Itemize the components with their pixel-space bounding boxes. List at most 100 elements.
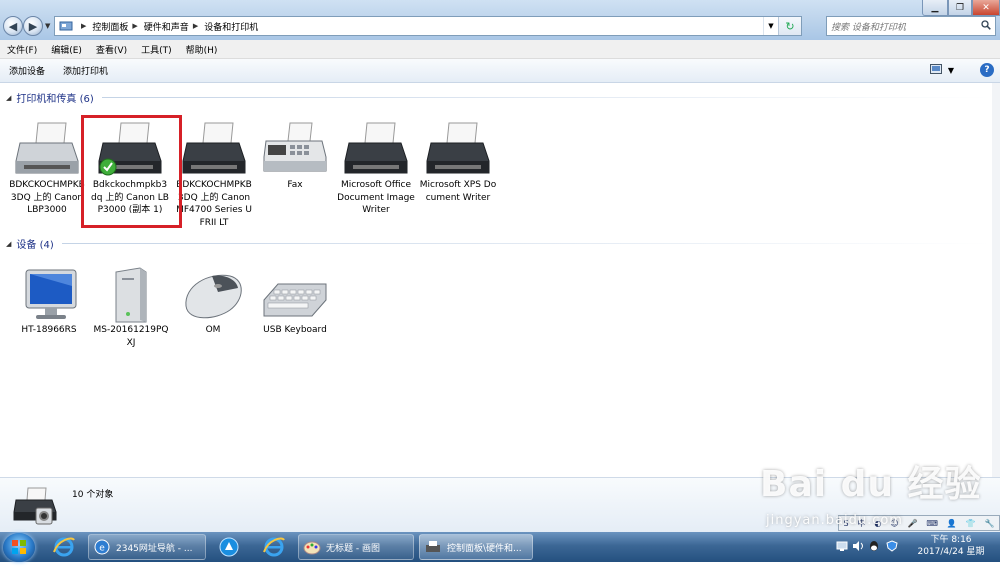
network-icon[interactable] — [836, 540, 848, 555]
devices-printers-icon — [426, 541, 440, 552]
device-label: OM — [205, 325, 221, 335]
fax-icon — [263, 122, 327, 172]
group-title-printers: 打印机和传真 (6) — [16, 94, 94, 105]
ime-voice-icon: 🎤 — [907, 518, 918, 528]
device-label: BDKCKOCHMPKB3DQ 上的 Canon MF4700 Series U… — [176, 180, 252, 228]
computer-tower-icon — [115, 267, 147, 323]
view-dropdown-icon: ▼ — [947, 65, 954, 75]
search-placeholder: 搜索 设备和打印机 — [831, 22, 906, 33]
selection-highlight-box — [81, 115, 182, 228]
volume-icon[interactable] — [852, 540, 864, 555]
keyboard-icon — [263, 283, 327, 317]
object-count: 10 个对象 — [72, 490, 114, 500]
breadcrumb-item-devices-printers[interactable]: 设备和打印机 — [204, 20, 258, 33]
device-item-keyboard[interactable]: USB Keyboard — [256, 266, 334, 337]
printer-status-icon — [13, 487, 57, 525]
breadcrumb-item-hardware-sound[interactable]: 硬件和声音 — [144, 20, 189, 33]
taskbar-item-paint[interactable]: 无标题 - 画图 — [298, 534, 414, 560]
close-icon: ✕ — [982, 2, 990, 13]
group-header-devices[interactable]: ◢ 设备 (4) — [6, 236, 992, 251]
command-bar: 添加设备 添加打印机 ▼ ? — [0, 59, 1000, 83]
view-icon — [929, 64, 942, 76]
taskbar-item-control-panel[interactable]: 控制面板\硬件和... — [419, 534, 533, 560]
back-button[interactable]: ◀ — [3, 16, 23, 36]
device-label: Microsoft Office Document Image Writer — [337, 180, 415, 215]
ime-skin-icon: 👕 — [965, 518, 976, 528]
address-history-dropdown[interactable]: ▼ — [763, 17, 778, 35]
device-item-computer[interactable]: MS-20161219PQXJ — [92, 266, 170, 349]
breadcrumb-chevron-icon[interactable]: ▶ — [193, 22, 198, 30]
qq-icon[interactable] — [868, 540, 880, 555]
scrollbar[interactable] — [992, 83, 1000, 477]
clock-time: 下午 8:16 — [930, 535, 972, 545]
taskbar-item-label: 控制面板\硬件和... — [447, 543, 522, 554]
device-label: MS-20161219PQXJ — [93, 325, 169, 348]
device-label: USB Keyboard — [263, 325, 327, 335]
menu-help[interactable]: 帮助(H) — [179, 43, 225, 56]
refresh-icon: ↻ — [785, 19, 795, 33]
group-divider — [101, 97, 992, 98]
device-item-printer[interactable]: Microsoft Office Document Image Writer — [337, 121, 415, 217]
breadcrumb-chevron-icon[interactable]: ▶ — [132, 22, 137, 30]
minimize-button[interactable]: ▁ — [922, 0, 948, 16]
device-item-printer[interactable]: BDKCKOCHMPKB3DQ 上的 Canon MF4700 Series U… — [175, 121, 253, 229]
paint-icon — [303, 541, 321, 555]
menu-view[interactable]: 查看(V) — [89, 43, 134, 56]
device-label: HT-18966RS — [21, 325, 77, 335]
browser-icon: e — [94, 539, 110, 555]
search-input[interactable]: 搜索 设备和打印机 — [826, 16, 996, 36]
forward-button[interactable]: ▶ — [23, 16, 43, 36]
ime-keyboard-icon: ⌨ — [926, 518, 938, 528]
add-device-button[interactable]: 添加设备 — [0, 64, 54, 77]
taskbar: e 2345网址导航 - ... 无标题 - 画图 控制面板\硬件和... 下午… — [0, 532, 1000, 569]
forward-arrow-icon: ▶ — [28, 19, 38, 33]
taskbar-item-label: 2345网址导航 - ... — [116, 543, 193, 554]
device-item-fax[interactable]: Fax — [256, 121, 334, 192]
device-item-printer[interactable]: Microsoft XPS Document Writer — [419, 121, 497, 204]
menu-tools[interactable]: 工具(T) — [134, 43, 179, 56]
recent-pages-dropdown[interactable]: ▼ — [45, 22, 50, 30]
maximize-button[interactable]: ❐ — [948, 0, 972, 16]
device-item-monitor[interactable]: HT-18966RS — [10, 266, 88, 337]
add-printer-button[interactable]: 添加打印机 — [54, 64, 117, 77]
menu-file[interactable]: 文件(F) — [0, 43, 44, 56]
window-titlebar: ◀ ▶ ▼ ▶ 控制面板 ▶ 硬件和声音 ▶ 设备和打印机 ▼ ↻ 搜索 设备和… — [0, 0, 1000, 40]
ime-user-icon: 👤 — [946, 518, 957, 528]
breadcrumb: ▶ 控制面板 ▶ 硬件和声音 ▶ 设备和打印机 — [77, 20, 258, 33]
mouse-icon — [185, 274, 242, 319]
back-arrow-icon: ◀ — [8, 19, 18, 33]
device-item-mouse[interactable]: OM — [174, 266, 252, 337]
taskbar-item-label: 无标题 - 画图 — [326, 543, 380, 554]
device-item-printer[interactable]: BDKCKOCHMPKB3DQ 上的 Canon LBP3000 — [8, 121, 86, 217]
search-icon — [981, 19, 991, 33]
refresh-button[interactable]: ↻ — [778, 17, 801, 35]
group-title-devices: 设备 (4) — [16, 240, 54, 251]
taskbar-item-browser[interactable]: e 2345网址导航 - ... — [88, 534, 206, 560]
breadcrumb-chevron-icon: ▶ — [81, 22, 87, 30]
watermark-logo-text: Bai du 经验 — [760, 464, 982, 505]
menu-edit[interactable]: 编辑(E) — [44, 43, 89, 56]
address-bar[interactable]: ▶ 控制面板 ▶ 硬件和声音 ▶ 设备和打印机 ▼ ↻ — [54, 16, 802, 36]
control-panel-icon — [59, 20, 73, 32]
ie-quicklaunch-icon[interactable] — [262, 536, 286, 561]
windows-logo-icon — [12, 540, 26, 554]
security-shield-icon[interactable] — [886, 540, 898, 555]
printer-icon — [344, 122, 408, 174]
system-clock[interactable]: 下午 8:16 2017/4/24 星期一 — [914, 534, 988, 570]
close-button[interactable]: ✕ — [972, 0, 1000, 16]
device-label: BDKCKOCHMPKB3DQ 上的 Canon LBP3000 — [9, 180, 85, 215]
breadcrumb-item-control-panel[interactable]: 控制面板 — [92, 20, 128, 33]
system-tray: 下午 8:16 2017/4/24 星期一 — [830, 532, 1000, 569]
minimize-icon: ▁ — [931, 2, 939, 13]
group-header-printers[interactable]: ◢ 打印机和传真 (6) — [6, 90, 992, 105]
help-button[interactable]: ? — [980, 63, 994, 77]
app-quicklaunch-icon[interactable] — [218, 536, 240, 561]
collapse-triangle-icon[interactable]: ◢ — [6, 240, 11, 248]
device-label: Fax — [287, 180, 303, 190]
ie-quicklaunch-icon[interactable] — [52, 536, 76, 561]
view-options[interactable]: ▼ — [929, 64, 954, 76]
collapse-triangle-icon[interactable]: ◢ — [6, 94, 11, 102]
start-button[interactable] — [3, 533, 35, 562]
svg-text:e: e — [99, 544, 105, 554]
printer-icon — [15, 122, 79, 174]
